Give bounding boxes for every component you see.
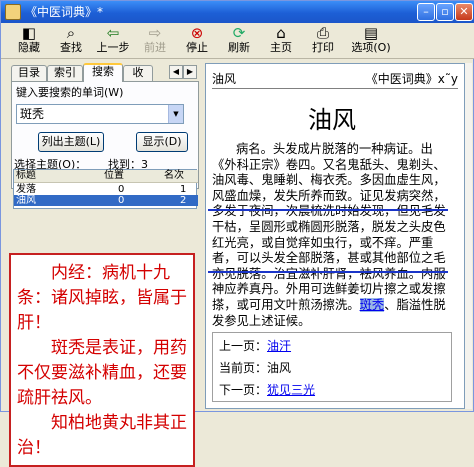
minimize-button[interactable]: – xyxy=(417,3,435,21)
annotation-note: 内经：病机十九条：诸风掉眩，皆属于肝！ 斑秃是表证，用药不仅要滋补精血，还要疏肝… xyxy=(9,253,195,467)
app-icon xyxy=(5,4,21,20)
print-icon: ⎙ xyxy=(316,24,329,42)
list-topics-button[interactable]: 列出主题(L) xyxy=(38,132,104,152)
annotation-underline xyxy=(208,271,448,273)
result-title: 发落 xyxy=(16,184,36,195)
nav-next-row: 下一页：犹见三光 xyxy=(219,381,315,398)
nav-tabs: 目录 索引 搜索 收 ◀ ▶ xyxy=(11,63,199,82)
options-button[interactable]: ▤ 选项(O) xyxy=(347,25,395,57)
document-body: 病名。头发成片脱落的一种病证。出《外科正宗》卷四。又名鬼舐头、鬼剃头、油风毒、鬼… xyxy=(212,142,454,329)
document-header: 油风 《中医词典》x˜y xyxy=(212,70,460,88)
tab-favorites[interactable]: 收 xyxy=(123,65,153,81)
result-location: 0 xyxy=(118,195,125,206)
forward-button[interactable]: ⇨ 前进 xyxy=(135,25,175,57)
stop-button[interactable]: ⊗ 停止 xyxy=(177,25,217,57)
note-paragraph-2: 斑秃是表证，用药不仅要滋补精血，还要疏肝祛风。 xyxy=(17,338,187,408)
navigation-pane: 目录 索引 搜索 收 ◀ ▶ 键入要搜索的单词(W) 斑秃 ▼ 列出主题(L) … xyxy=(5,63,199,467)
note-paragraph-3: 知柏地黄丸非其正治！ xyxy=(17,413,187,458)
back-icon: ⇦ xyxy=(106,24,120,42)
page-navigation: 上一页：油汗 当前页：油风 下一页：犹见三光 xyxy=(212,332,452,402)
back-button[interactable]: ⇦ 上一步 xyxy=(93,25,133,57)
column-rank[interactable]: 名次 xyxy=(164,170,184,182)
forward-icon: ⇨ xyxy=(148,24,162,42)
column-location[interactable]: 位置 xyxy=(104,170,124,182)
result-rank: 2 xyxy=(180,195,187,206)
results-header: 标题 位置 名次 xyxy=(14,170,198,183)
refresh-icon: ⟳ xyxy=(232,24,246,42)
close-button[interactable]: ✕ xyxy=(455,3,473,21)
refresh-button[interactable]: ⟳ 刷新 xyxy=(219,25,259,57)
nav-next-label: 下一页： xyxy=(219,383,268,397)
home-button[interactable]: ⌂ 主页 xyxy=(261,25,301,57)
find-icon: ⌕ xyxy=(66,24,76,42)
note-paragraph-1: 内经：病机十九条：诸风掉眩，皆属于肝！ xyxy=(17,263,187,333)
stop-icon: ⊗ xyxy=(190,24,204,42)
nav-prev-label: 上一页： xyxy=(219,339,268,353)
search-input[interactable]: 斑秃 ▼ xyxy=(16,104,184,124)
options-icon: ▤ xyxy=(363,24,379,42)
content-pane: 油风 《中医词典》x˜y 油风 病名。头发成片脱落的一种病证。出《外科正宗》卷四… xyxy=(205,63,465,409)
result-row[interactable]: 发落 0 1 xyxy=(14,184,198,195)
nav-current-label: 当前页： xyxy=(219,361,268,375)
document-header-book: 《中医词典》x˜y xyxy=(365,72,458,86)
result-title: 油风 xyxy=(16,195,36,206)
window-title: 《中医词典》* xyxy=(25,5,104,19)
tab-scroll-right-icon[interactable]: ▶ xyxy=(183,65,197,79)
tab-contents[interactable]: 目录 xyxy=(11,65,47,81)
document-title: 油风 xyxy=(308,106,356,134)
toolbar: ◧ 隐藏 ⌕ 查找 ⇦ 上一步 ⇨ 前进 ⊗ 停止 ⟳ 刷新 ⌂ 主页 ⎙ 打印 xyxy=(1,23,474,59)
document-header-topic: 油风 xyxy=(212,72,237,86)
hide-button[interactable]: ◧ 隐藏 xyxy=(9,25,49,57)
home-icon: ⌂ xyxy=(276,24,286,42)
nav-current-row: 当前页：油风 xyxy=(219,359,291,376)
print-button[interactable]: ⎙ 打印 xyxy=(303,25,343,57)
body-text: 病名。头发成片脱落的一种病证。出《外科正宗》卷四。又名鬼舐头、鬼剃头、油风毒、鬼… xyxy=(212,142,446,312)
search-prompt: 键入要搜索的单词(W) xyxy=(16,86,124,99)
find-button[interactable]: ⌕ 查找 xyxy=(51,25,91,57)
app-window: 《中医词典》* – ▫ ✕ ◧ 隐藏 ⌕ 查找 ⇦ 上一步 ⇨ 前进 ⊗ 停止 … xyxy=(0,0,474,467)
title-bar[interactable]: 《中医词典》* – ▫ ✕ xyxy=(1,1,474,23)
nav-prev-link[interactable]: 油汗 xyxy=(267,339,291,353)
result-location: 0 xyxy=(118,184,125,195)
result-row-selected[interactable]: 油风 0 2 xyxy=(14,195,198,206)
nav-prev-row: 上一页：油汗 xyxy=(219,337,291,354)
result-rank: 1 xyxy=(180,184,187,195)
nav-next-link[interactable]: 犹见三光 xyxy=(267,383,315,397)
content-scrollbar[interactable] xyxy=(465,63,472,409)
tab-scroll-left-icon[interactable]: ◀ xyxy=(169,65,183,79)
header-divider xyxy=(212,88,458,89)
hide-icon: ◧ xyxy=(21,24,37,42)
column-title[interactable]: 标题 xyxy=(16,170,36,182)
tab-search[interactable]: 搜索 xyxy=(83,63,123,82)
tab-index[interactable]: 索引 xyxy=(47,65,83,81)
annotation-underline xyxy=(208,209,448,211)
chevron-down-icon[interactable]: ▼ xyxy=(168,105,183,123)
nav-current-value: 油风 xyxy=(267,361,292,375)
link-bantu[interactable]: 斑秃 xyxy=(359,297,385,312)
maximize-button[interactable]: ▫ xyxy=(436,3,454,21)
search-value: 斑秃 xyxy=(20,107,45,121)
results-list[interactable]: 标题 位置 名次 发落 0 1 油风 0 2 xyxy=(13,169,198,209)
display-button[interactable]: 显示(D) xyxy=(136,132,188,152)
